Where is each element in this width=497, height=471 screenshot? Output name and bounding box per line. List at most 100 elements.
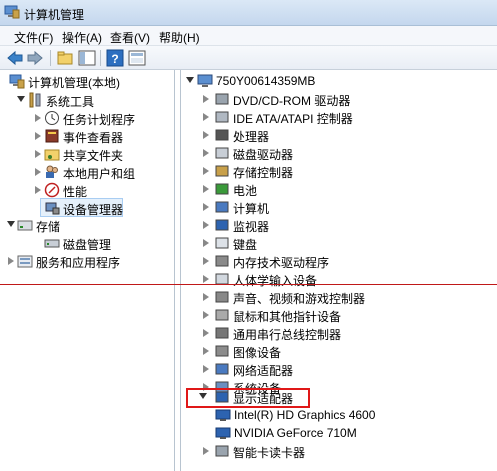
menu-view[interactable]: 查看(V) bbox=[110, 29, 150, 46]
window-title: 计算机管理 bbox=[24, 8, 85, 22]
collapsed-arrow-icon[interactable] bbox=[203, 293, 209, 301]
tree-item-services-applications[interactable]: 服务和应用程序 bbox=[0, 252, 174, 270]
device-category-label: 存储控制器 bbox=[233, 166, 294, 180]
device-category-row[interactable]: 处理器 bbox=[181, 126, 497, 144]
tree-item-task-scheduler[interactable]: 任务计划程序 bbox=[0, 109, 174, 127]
device-category-label: 网络适配器 bbox=[233, 364, 294, 378]
collapsed-arrow-icon[interactable] bbox=[203, 447, 209, 455]
device-manager-icon bbox=[45, 202, 60, 215]
display-adapter-icon bbox=[215, 409, 231, 421]
battery-icon bbox=[215, 183, 229, 195]
device-category-row[interactable]: 通用串行总线控制器 bbox=[181, 324, 497, 342]
help-icon[interactable]: ? bbox=[106, 49, 124, 67]
collapsed-arrow-icon[interactable] bbox=[203, 275, 209, 283]
collapsed-arrow-icon[interactable] bbox=[35, 168, 41, 176]
collapsed-arrow-icon[interactable] bbox=[35, 186, 41, 194]
computer-manage-icon bbox=[4, 5, 20, 19]
left-tree-pane[interactable]: 计算机管理(本地) 系统工具 任务计划程序 事件查看器 共享文件夹 本地用户和组… bbox=[0, 70, 175, 471]
expanded-arrow-icon[interactable] bbox=[7, 221, 15, 227]
collapsed-arrow-icon[interactable] bbox=[203, 239, 209, 247]
ide-controller-icon bbox=[215, 111, 229, 123]
tree-item-system-tools[interactable]: 系统工具 bbox=[0, 91, 174, 109]
collapsed-arrow-icon[interactable] bbox=[35, 150, 41, 158]
annotation-divider-line bbox=[0, 284, 497, 285]
smart-card-icon bbox=[215, 445, 229, 457]
device-category-row[interactable]: IDE ATA/ATAPI 控制器 bbox=[181, 108, 497, 126]
device-category-label: 键盘 bbox=[233, 238, 258, 252]
device-category-row[interactable]: 键盘 bbox=[181, 234, 497, 252]
device-tree-root[interactable]: 750Y00614359MB bbox=[181, 72, 497, 90]
collapsed-arrow-icon[interactable] bbox=[203, 311, 209, 319]
collapsed-arrow-icon[interactable] bbox=[35, 132, 41, 140]
collapsed-arrow-icon[interactable] bbox=[203, 203, 209, 211]
toolbar-separator bbox=[100, 50, 101, 66]
device-category-row[interactable]: 智能卡读卡器 bbox=[181, 442, 497, 460]
properties-icon[interactable] bbox=[128, 49, 146, 67]
collapsed-arrow-icon[interactable] bbox=[203, 149, 209, 157]
collapsed-arrow-icon[interactable] bbox=[203, 113, 209, 121]
device-category-label: 通用串行总线控制器 bbox=[233, 328, 342, 342]
device-category-row[interactable]: 磁盘驱动器 bbox=[181, 144, 497, 162]
tree-item-event-viewer[interactable]: 事件查看器 bbox=[0, 127, 174, 145]
sound-icon bbox=[215, 291, 229, 303]
services-icon bbox=[17, 255, 33, 268]
expanded-arrow-icon[interactable] bbox=[17, 96, 25, 102]
collapsed-arrow-icon[interactable] bbox=[203, 167, 209, 175]
collapsed-arrow-icon[interactable] bbox=[203, 347, 209, 355]
collapsed-arrow-icon[interactable] bbox=[35, 114, 41, 122]
device-category-label: 电池 bbox=[233, 184, 258, 198]
collapsed-arrow-icon[interactable] bbox=[203, 221, 209, 229]
tree-item-local-users[interactable]: 本地用户和组 bbox=[0, 163, 174, 181]
device-category-row[interactable]: 监视器 bbox=[181, 216, 497, 234]
display-adapter-icon bbox=[215, 427, 231, 439]
tree-item-disk-management[interactable]: 磁盘管理 bbox=[0, 234, 174, 252]
device-category-row[interactable]: 网络适配器 bbox=[181, 360, 497, 378]
device-category-row[interactable]: 内存技术驱动程序 bbox=[181, 252, 497, 270]
device-tree-pane[interactable]: 750Y00614359MB DVD/CD-ROM 驱动器 IDE ATA/ATA… bbox=[180, 70, 497, 471]
menu-file[interactable]: 文件(F) bbox=[14, 29, 53, 46]
device-category-row[interactable]: 图像设备 bbox=[181, 342, 497, 360]
collapsed-arrow-icon[interactable] bbox=[203, 257, 209, 265]
back-arrow-icon[interactable] bbox=[6, 49, 24, 67]
collapsed-arrow-icon[interactable] bbox=[8, 257, 14, 265]
tree-item-performance[interactable]: 性能 bbox=[0, 181, 174, 199]
storage-icon bbox=[17, 220, 33, 231]
tree-item-storage[interactable]: 存储 bbox=[0, 216, 174, 234]
processor-icon bbox=[215, 129, 229, 141]
toolbar: ? bbox=[0, 46, 497, 70]
annotation-highlight-box bbox=[186, 388, 310, 408]
device-intel-hd-graphics[interactable]: Intel(R) HD Graphics 4600 bbox=[181, 406, 497, 424]
tree-item-computer-management[interactable]: 计算机管理(本地) bbox=[0, 72, 174, 90]
tree-item-device-manager[interactable]: 设备管理器 bbox=[40, 198, 123, 217]
device-category-label: 内存技术驱动程序 bbox=[233, 256, 330, 270]
device-category-row[interactable]: 存储控制器 bbox=[181, 162, 497, 180]
expanded-arrow-icon[interactable] bbox=[186, 77, 194, 83]
device-category-row[interactable]: 鼠标和其他指针设备 bbox=[181, 306, 497, 324]
device-category-row[interactable]: 声音、视频和游戏控制器 bbox=[181, 288, 497, 306]
device-category-label: 智能卡读卡器 bbox=[233, 446, 306, 460]
collapsed-arrow-icon[interactable] bbox=[203, 131, 209, 139]
device-category-label: 处理器 bbox=[233, 130, 270, 144]
collapsed-arrow-icon[interactable] bbox=[203, 95, 209, 103]
device-category-row[interactable]: DVD/CD-ROM 驱动器 bbox=[181, 90, 497, 108]
computer-manage-icon bbox=[9, 74, 25, 89]
device-category-label: DVD/CD-ROM 驱动器 bbox=[233, 94, 351, 108]
device-category-label: 声音、视频和游戏控制器 bbox=[233, 292, 366, 306]
up-folder-icon[interactable] bbox=[56, 49, 74, 67]
menu-help[interactable]: 帮助(H) bbox=[159, 29, 200, 46]
device-category-row[interactable]: 电池 bbox=[181, 180, 497, 198]
menu-action[interactable]: 操作(A) bbox=[62, 29, 102, 46]
device-category-row[interactable]: 人体学输入设备 bbox=[181, 270, 497, 288]
collapsed-arrow-icon[interactable] bbox=[203, 185, 209, 193]
collapsed-arrow-icon[interactable] bbox=[203, 365, 209, 373]
device-category-row[interactable]: 计算机 bbox=[181, 198, 497, 216]
device-category-label: 磁盘驱动器 bbox=[233, 148, 294, 162]
memory-tech-icon bbox=[215, 255, 229, 267]
performance-icon bbox=[44, 182, 60, 198]
forward-arrow-icon[interactable] bbox=[26, 49, 44, 67]
computer-icon bbox=[215, 201, 229, 213]
collapsed-arrow-icon[interactable] bbox=[203, 329, 209, 337]
device-nvidia-geforce[interactable]: NVIDIA GeForce 710M bbox=[181, 424, 497, 442]
show-hide-tree-icon[interactable] bbox=[78, 49, 96, 67]
tree-item-shared-folders[interactable]: 共享文件夹 bbox=[0, 145, 174, 163]
